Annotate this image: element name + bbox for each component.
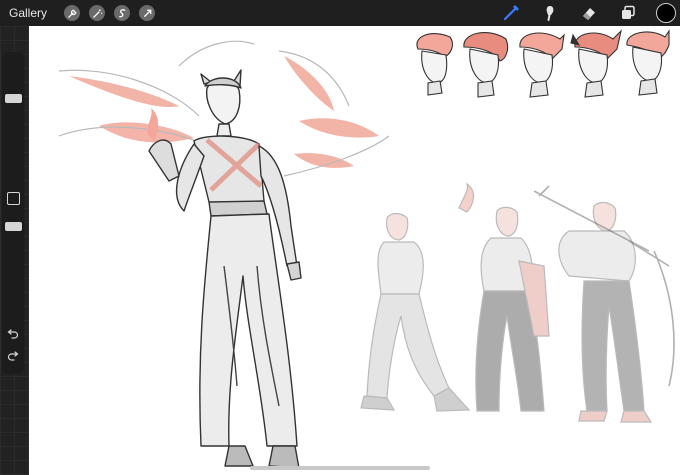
brush-size-slider[interactable]	[10, 58, 16, 178]
top-toolbar: Gallery	[0, 0, 680, 26]
modify-button[interactable]	[7, 192, 20, 205]
drawing-canvas[interactable]	[29, 26, 680, 475]
smudge-icon[interactable]	[539, 2, 561, 24]
eraser-icon[interactable]	[578, 2, 600, 24]
magic-wand-icon[interactable]	[89, 5, 106, 21]
left-sidebar	[0, 26, 29, 475]
transform-icon[interactable]	[139, 5, 156, 21]
opacity-thumb[interactable]	[5, 222, 22, 231]
sidebar-panel	[2, 52, 24, 374]
undo-icon[interactable]	[6, 326, 20, 340]
wrench-icon[interactable]	[64, 5, 81, 21]
home-indicator	[250, 466, 430, 470]
sketch-artwork	[58, 29, 675, 469]
layers-icon[interactable]	[617, 2, 639, 24]
color-picker-swatch[interactable]	[656, 3, 676, 23]
gallery-button[interactable]: Gallery	[9, 6, 47, 20]
brush-icon[interactable]	[500, 2, 522, 24]
brush-size-thumb[interactable]	[5, 94, 22, 103]
redo-icon[interactable]	[6, 348, 20, 362]
selection-icon[interactable]	[114, 5, 131, 21]
